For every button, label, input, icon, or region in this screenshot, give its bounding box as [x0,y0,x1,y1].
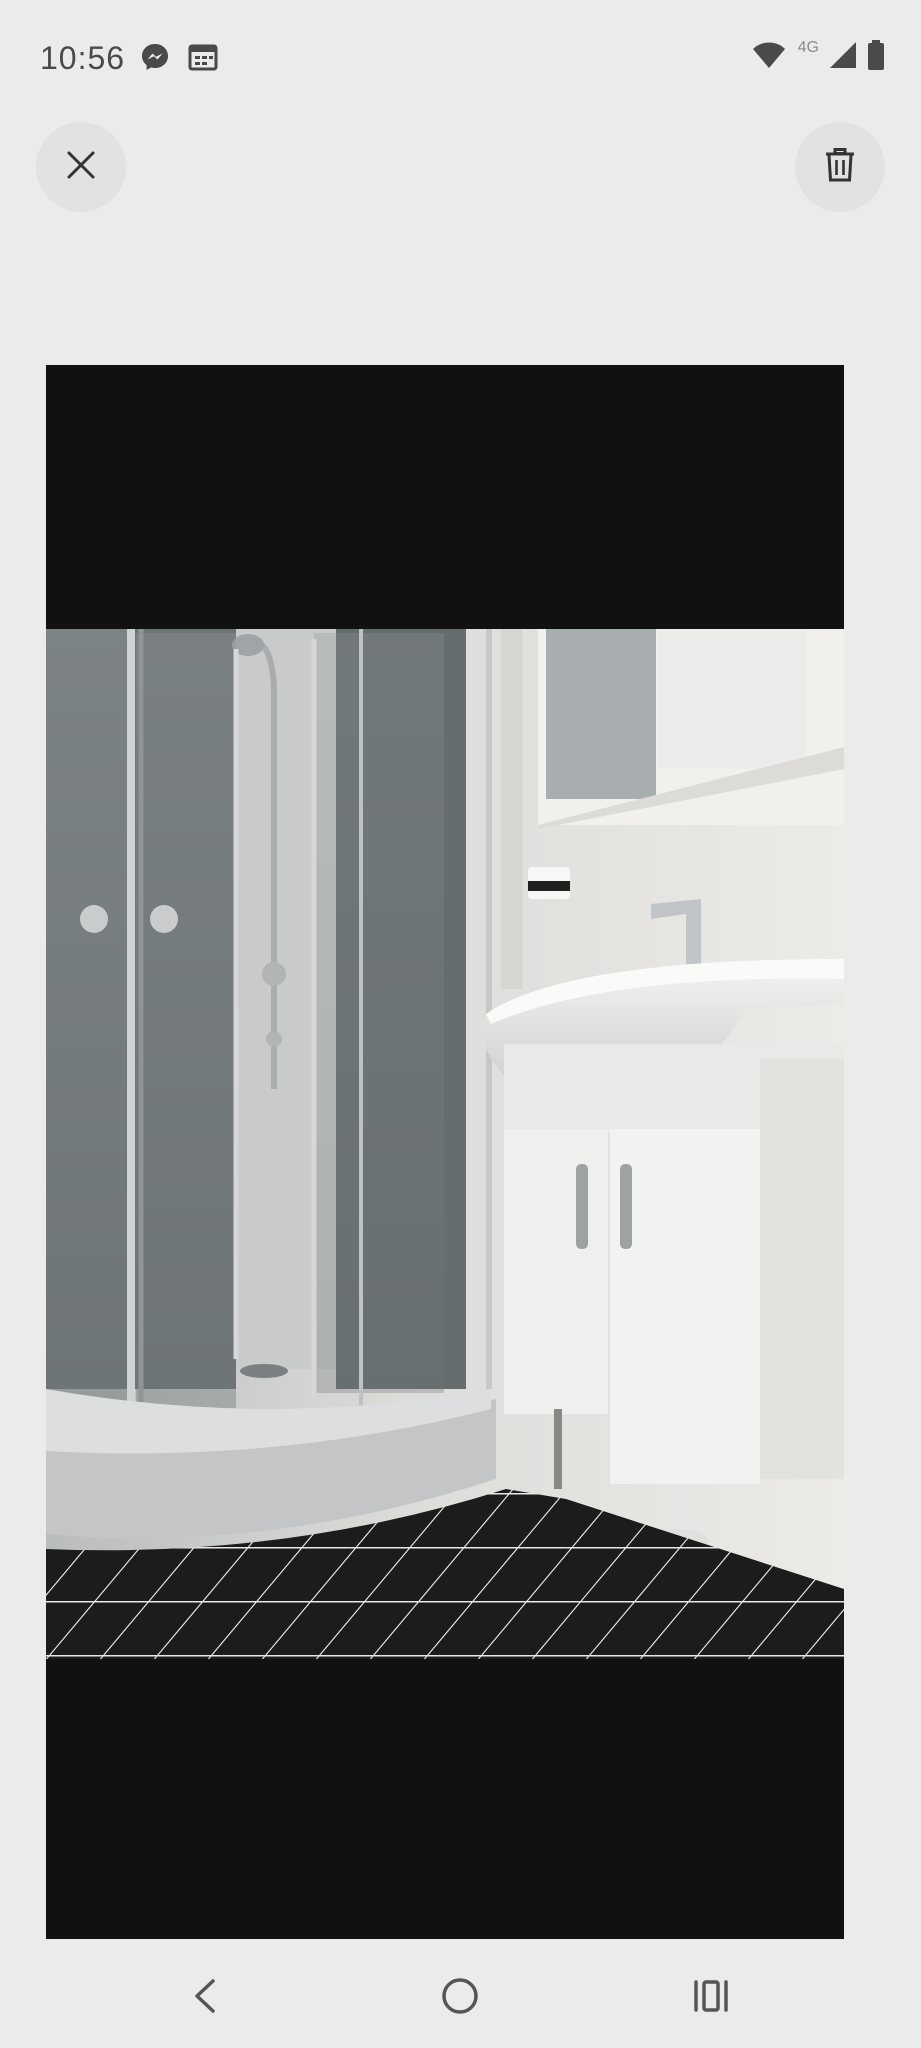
notification-icons [140,42,218,77]
back-icon [191,1978,219,2019]
photo-viewer[interactable] [46,365,844,1939]
status-bar: 10:56 4G [0,0,921,118]
recents-button[interactable] [677,1968,747,2028]
messenger-icon [140,42,170,77]
trash-icon [825,147,855,187]
status-time: 10:56 [40,40,126,76]
network-type-label: 4G [797,38,819,56]
battery-icon [867,40,885,75]
back-button[interactable] [170,1968,240,2028]
close-icon [66,150,96,185]
bathroom-photo [46,629,844,1659]
home-button[interactable] [425,1968,495,2028]
recents-icon [692,1979,732,2018]
wifi-icon [752,41,786,74]
system-status-icons: 4G [752,38,885,75]
cellular-signal-icon [829,41,857,74]
home-icon [440,1976,480,2021]
close-button[interactable] [36,122,126,212]
system-nav-bar [0,1950,921,2048]
delete-button[interactable] [795,122,885,212]
calendar-icon [188,43,218,76]
